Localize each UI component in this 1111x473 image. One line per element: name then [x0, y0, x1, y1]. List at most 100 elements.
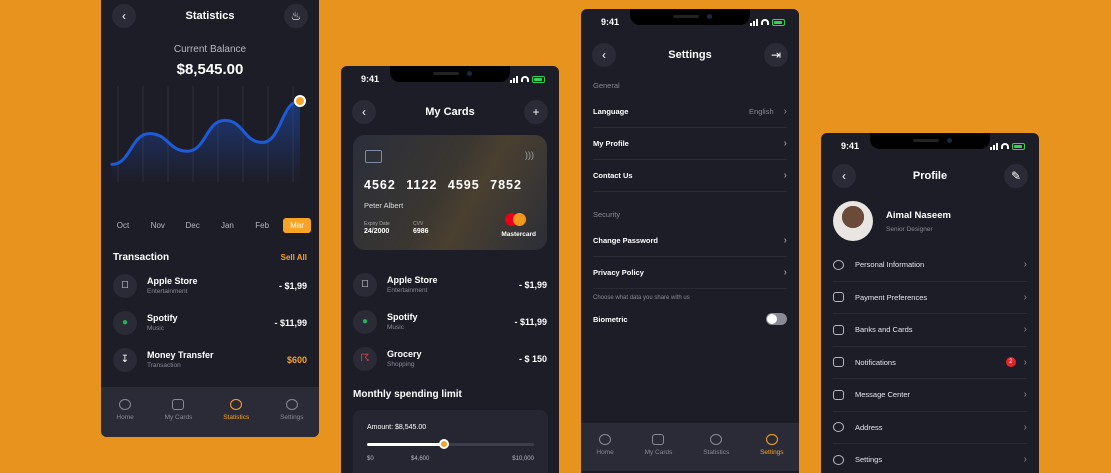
biometric-toggle[interactable]	[766, 313, 787, 325]
tab-statistics[interactable]: Statistics	[223, 399, 249, 421]
privacy-note: Choose what data you share with us	[593, 295, 690, 301]
battery-icon	[772, 18, 785, 26]
chevron-right-icon: ›	[783, 106, 787, 117]
menu-item[interactable]: Payment Preferences ›	[833, 282, 1027, 314]
menu-item[interactable]: Settings ›	[833, 444, 1027, 473]
edit-profile-button[interactable]: ✎	[1003, 164, 1028, 188]
menu-item[interactable]: Personal Information ›	[833, 249, 1027, 282]
language-row[interactable]: Language English ›	[593, 96, 787, 128]
section-security: Security	[593, 210, 621, 219]
notification-button[interactable]: ♨	[283, 4, 308, 28]
menu-item[interactable]: Notifications 2 ›	[833, 347, 1027, 379]
signal-icon	[990, 142, 998, 150]
statistics-header: ‹ Statistics ♨	[101, 0, 319, 36]
chevron-left-icon: ‹	[362, 105, 366, 119]
notch	[630, 9, 750, 25]
transaction-name: Apple Store	[147, 276, 198, 286]
month-mar[interactable]: Mar	[282, 218, 311, 233]
back-button[interactable]: ‹	[112, 4, 136, 28]
transaction-name: Money Transfer	[147, 350, 214, 360]
status-time: 9:41	[361, 74, 380, 84]
status-icons	[990, 142, 1025, 150]
download-icon: ↧	[113, 347, 137, 372]
profile-role: Senior Designer	[886, 225, 933, 233]
transaction-row[interactable]:  Apple Store Entertainment - $1,99	[113, 267, 307, 304]
month-feb[interactable]: Feb	[248, 218, 276, 233]
tab-home[interactable]: Home	[116, 399, 134, 421]
transaction-list:  Apple Store Entertainment - $1,99 ● Spotify…	[353, 266, 547, 377]
profile-name: Aimal Naseem	[886, 209, 951, 221]
transaction-category: Music	[387, 324, 404, 331]
back-button[interactable]: ‹	[592, 43, 616, 67]
menu-label: Personal Information	[855, 260, 925, 270]
menu-label: Address	[855, 422, 883, 432]
chevron-right-icon: ›	[1023, 454, 1027, 466]
tab-my-cards[interactable]: My Cards	[164, 399, 193, 421]
pie-chart-icon	[710, 434, 723, 445]
tab-settings[interactable]: Settings	[760, 434, 784, 456]
change-password-row[interactable]: Change Password ›	[593, 225, 787, 257]
transaction-row[interactable]: ☈ Grocery Shopping - $ 150	[353, 340, 547, 377]
signal-icon	[510, 75, 518, 83]
menu-label: Payment Preferences	[855, 292, 928, 302]
expiry-label: Expiry Date	[364, 221, 390, 227]
limit-slider[interactable]	[367, 439, 534, 449]
chevron-left-icon: ‹	[602, 48, 606, 62]
menu-item[interactable]: Message Center ›	[833, 379, 1027, 412]
status-time: 9:41	[601, 17, 620, 27]
chevron-right-icon: ›	[1023, 324, 1027, 336]
month-selector: Oct Nov Dec Jan Feb Mar	[109, 218, 311, 233]
chevron-right-icon: ›	[783, 235, 787, 246]
page-title: Settings	[668, 49, 712, 61]
tab-label: My Cards	[164, 414, 193, 421]
menu-item[interactable]: Banks and Cards ›	[833, 314, 1027, 347]
see-all-link[interactable]: Sell All	[281, 253, 307, 262]
transaction-row[interactable]:  Apple Store Entertainment - $1,99	[353, 266, 547, 303]
tab-label: Statistics	[703, 449, 730, 456]
month-oct[interactable]: Oct	[109, 218, 137, 233]
chevron-right-icon: ›	[783, 138, 787, 149]
transaction-amount: - $1,99	[278, 280, 307, 291]
settings-screen: 9:41 ‹ Settings ⇥ General Language Engli…	[581, 9, 799, 473]
transaction-row[interactable]: ↧ Money Transfer Transaction $600	[113, 341, 307, 378]
my-profile-row[interactable]: My Profile ›	[593, 128, 787, 160]
tab-home[interactable]: Home	[596, 434, 614, 456]
credit-card[interactable]: ))) 4562 1122 4595 7852 Peter Albert Exp…	[353, 135, 547, 250]
month-jan[interactable]: Jan	[213, 218, 241, 233]
tab-my-cards[interactable]: My Cards	[645, 434, 672, 456]
chart-point-highlight[interactable]	[294, 95, 306, 108]
bank-icon	[833, 324, 844, 335]
spending-limit-card: Amount: $8,545.00 $0 $4,600 $10,000	[353, 410, 548, 473]
tab-label: Home	[116, 414, 134, 421]
bell-icon: ♨	[290, 9, 302, 23]
tab-label: Settings	[280, 414, 304, 421]
scale-min: $0	[367, 456, 374, 462]
back-button[interactable]: ‹	[352, 100, 376, 124]
status-icons	[510, 75, 545, 83]
profile-header: ‹ Profile ✎	[821, 159, 1039, 193]
home-icon	[119, 399, 132, 410]
logout-icon: ⇥	[770, 48, 782, 62]
month-nov[interactable]: Nov	[144, 218, 172, 233]
tab-label: Settings	[760, 449, 784, 456]
card-icon	[833, 292, 844, 303]
menu-item[interactable]: Address ›	[833, 412, 1027, 444]
add-card-button[interactable]: +	[524, 100, 548, 124]
tab-settings[interactable]: Settings	[280, 399, 304, 421]
transaction-row[interactable]: ● Spotify Music - $11,99	[113, 304, 307, 341]
month-dec[interactable]: Dec	[179, 218, 207, 233]
transaction-amount: - $1,99	[518, 279, 547, 290]
tab-bar: Home My Cards Statistics Settings	[101, 387, 319, 437]
mastercard-logo	[505, 213, 530, 227]
slider-thumb[interactable]	[438, 439, 449, 449]
logout-button[interactable]: ⇥	[764, 43, 788, 67]
notch	[870, 133, 990, 149]
tab-statistics[interactable]: Statistics	[703, 434, 729, 456]
balance-chart	[110, 86, 306, 182]
transaction-row[interactable]: ● Spotify Music - $11,99	[353, 303, 547, 340]
privacy-policy-row[interactable]: Privacy Policy ›	[593, 257, 787, 289]
contact-us-row[interactable]: Contact Us ›	[593, 160, 787, 192]
back-button[interactable]: ‹	[832, 164, 856, 188]
pie-chart-icon	[230, 399, 243, 410]
apple-icon: 	[113, 273, 137, 298]
